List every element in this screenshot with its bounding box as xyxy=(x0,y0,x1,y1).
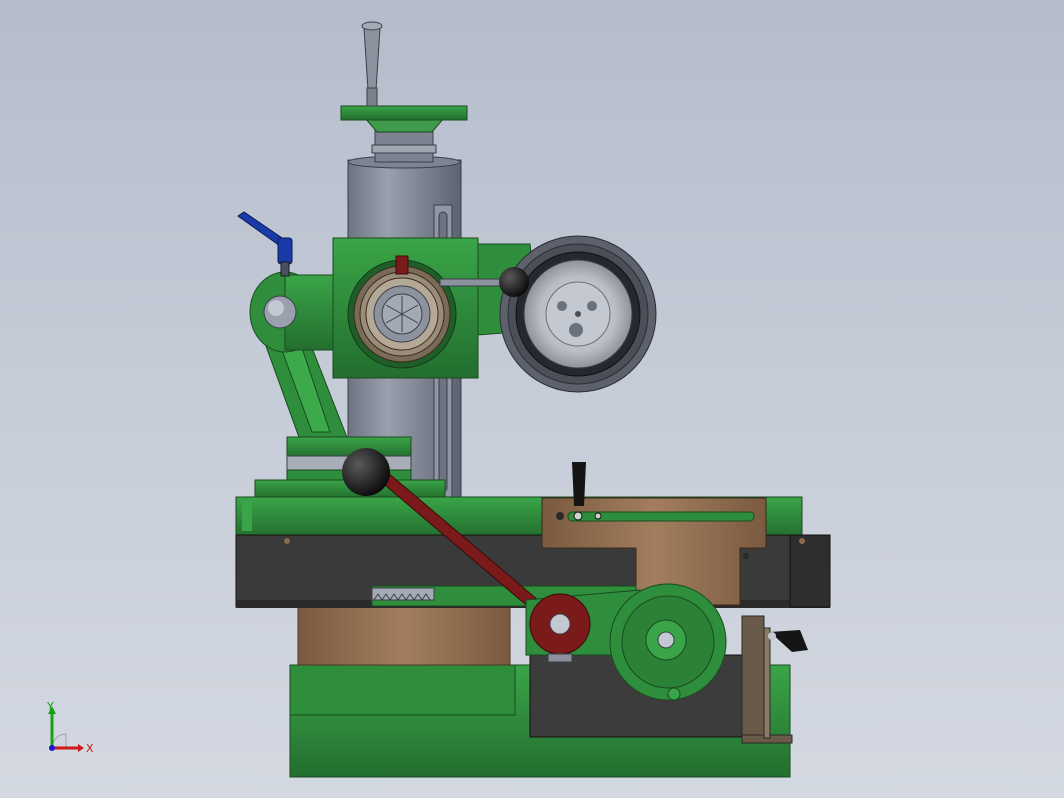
blue-clamp-handle[interactable] xyxy=(237,211,293,277)
cad-viewport[interactable]: X Y xyxy=(0,0,1064,798)
front-handwheel[interactable] xyxy=(609,583,727,701)
grinding-wheel[interactable] xyxy=(499,235,657,393)
model-canvas[interactable]: X Y xyxy=(0,0,1064,798)
z-axis-dot-icon xyxy=(49,745,55,751)
x-axis-label: X xyxy=(86,742,94,755)
y-axis-label: Y xyxy=(46,700,54,713)
base-bronze-pedestal xyxy=(297,606,511,666)
coordinate-triad: X Y xyxy=(46,700,94,755)
side-handle[interactable] xyxy=(768,630,808,652)
top-handle[interactable] xyxy=(363,27,381,91)
slide-lock-lever[interactable] xyxy=(572,462,586,506)
top-handwheel[interactable] xyxy=(340,21,468,133)
